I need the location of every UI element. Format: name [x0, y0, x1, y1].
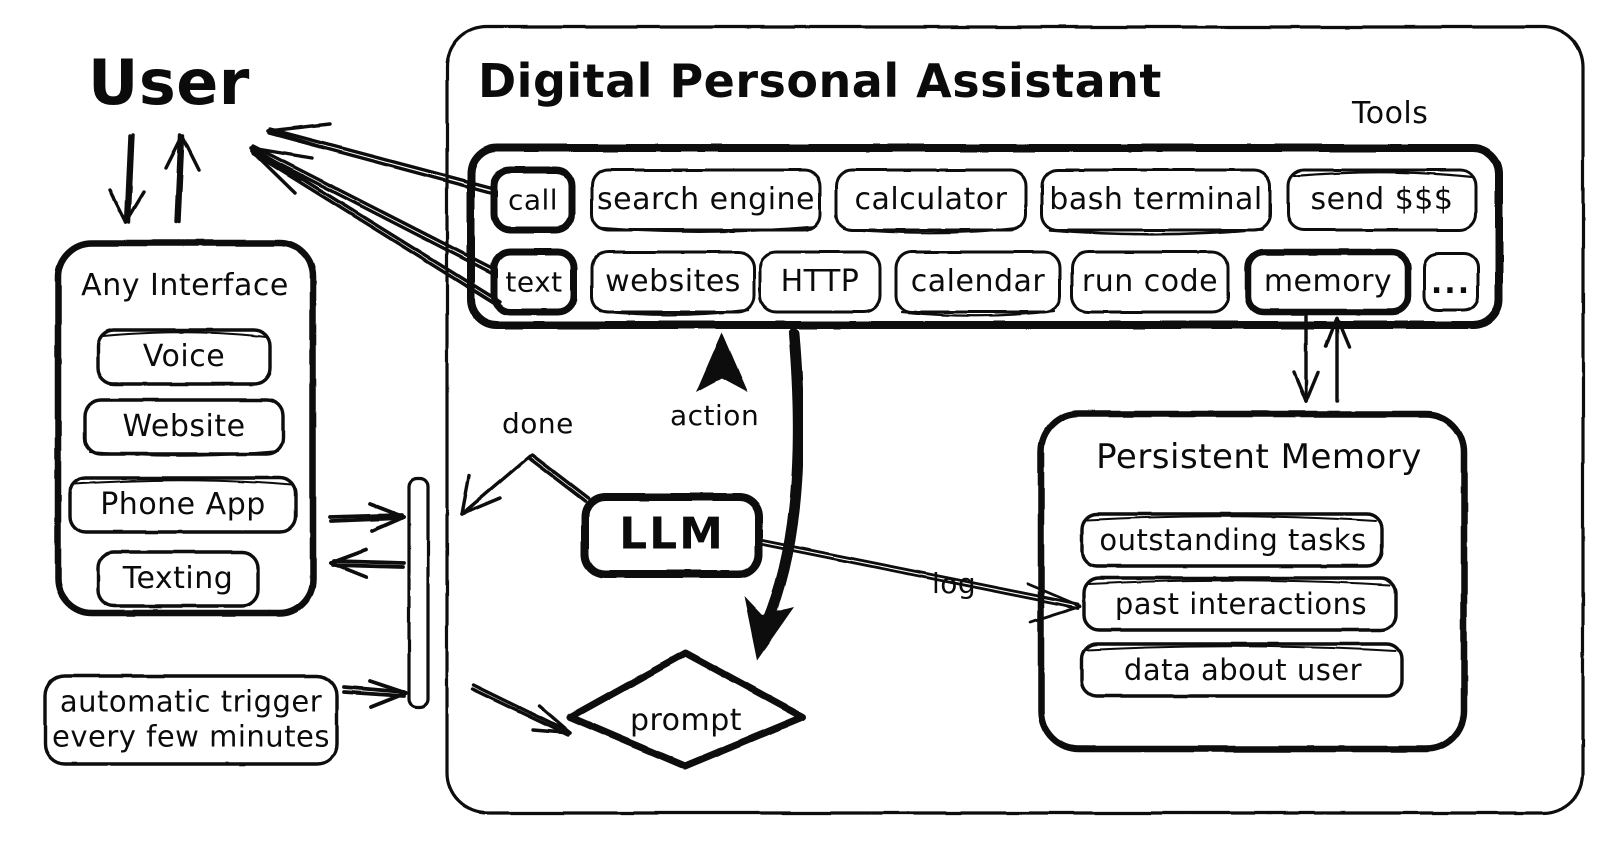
tool-chip-calculator[interactable]: calculator [855, 183, 1008, 217]
memory-panel-title: Persistent Memory [1096, 436, 1422, 477]
arrow-user-down [108, 133, 146, 224]
user-label: User [88, 46, 250, 119]
arrow-llm-log-to-memory [758, 538, 1082, 624]
tool-chip-send-money[interactable]: send $$$ [1311, 183, 1454, 217]
interface-chip-voice[interactable]: Voice [143, 340, 225, 374]
arrow-llm-done-to-bar [460, 453, 590, 516]
arrow-bar-to-prompt [470, 683, 572, 737]
tool-chip-more[interactable]: ... [1431, 267, 1471, 301]
interface-chip-texting[interactable]: Texting [123, 562, 234, 596]
edge-label-done: done [502, 407, 574, 440]
arrow-bar-to-interface [329, 548, 406, 579]
memory-chip-outstanding-tasks[interactable]: outstanding tasks [1099, 523, 1366, 556]
arrow-text-to-user-b [250, 147, 502, 309]
interface-panel-title: Any Interface [81, 268, 289, 304]
automatic-trigger-label: automatic trigger every few minutes [51, 684, 331, 754]
tool-chip-memory[interactable]: memory [1264, 265, 1392, 299]
tool-chip-calendar[interactable]: calendar [911, 265, 1045, 299]
edge-label-action: action [670, 399, 760, 432]
edge-label-log: log [932, 567, 977, 600]
memory-chip-data-about-user: data about user [1123, 652, 1363, 687]
interface-chip-website[interactable]: Website [122, 410, 245, 444]
tool-chip-run-code[interactable]: run code [1082, 265, 1218, 299]
assistant-panel-title: Digital Personal Assistant [478, 54, 1162, 108]
arrow-text-to-user-a [249, 144, 494, 275]
interface-chip-phone-app[interactable]: Phone App [100, 488, 266, 522]
llm-label: LLM [619, 508, 725, 560]
arrow-tools-to-prompt [761, 328, 804, 628]
tool-chip-search-engine[interactable]: search engine [597, 183, 815, 217]
memory-chip-past-interactions[interactable]: past interactions [1115, 587, 1367, 620]
tool-chip-http[interactable]: HTTP [781, 265, 860, 299]
arrow-trigger-to-bar [342, 679, 408, 709]
arrow-memory-tool-up [1324, 316, 1351, 403]
arrow-user-up [164, 133, 201, 224]
tools-group-label: Tools [1352, 96, 1429, 131]
prompt-label: prompt [629, 703, 743, 739]
arrow-interface-to-bar [328, 502, 406, 533]
interface-connector-bar [407, 477, 430, 709]
tool-chip-text[interactable]: text [505, 266, 562, 298]
tool-chip-call[interactable]: call [508, 184, 558, 216]
tool-chip-bash-terminal[interactable]: bash terminal [1049, 183, 1262, 217]
diagram-canvas: User Digital Personal Assistant Tools ca… [0, 0, 1624, 851]
tool-chip-websites[interactable]: websites [605, 265, 741, 299]
